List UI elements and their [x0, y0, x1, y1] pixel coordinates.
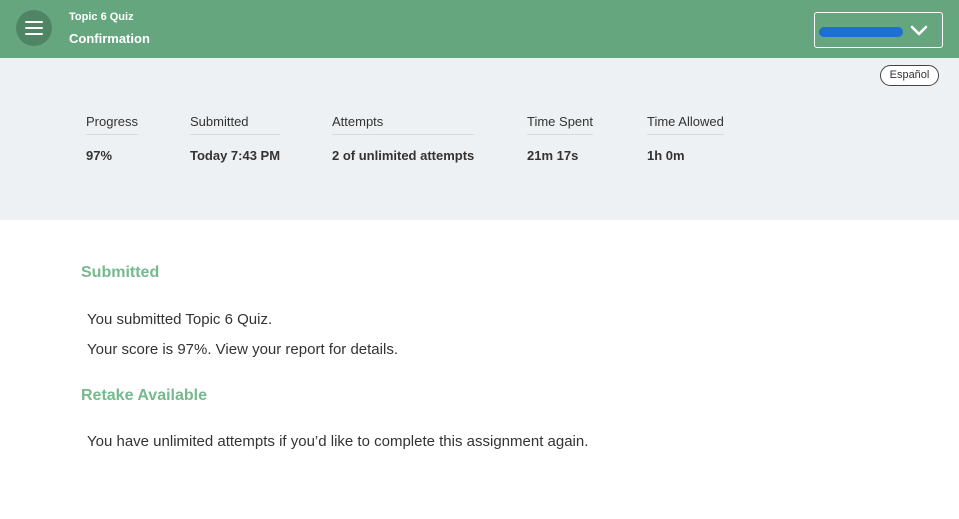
stat-value: 2 of unlimited attempts [332, 148, 475, 163]
attempt-summary-panel [0, 58, 959, 220]
language-toggle-button[interactable]: Español [880, 65, 939, 86]
stat-value: 97% [86, 148, 113, 163]
user-account-dropdown[interactable] [814, 12, 943, 48]
page-title: Confirmation [69, 31, 150, 46]
stat-time-spent: Time Spent 21m 17s [527, 114, 593, 163]
stat-progress: Progress 97% [86, 114, 139, 163]
stat-time-allowed: Time Allowed 1h 0m [647, 114, 724, 163]
retake-message: You have unlimited attempts if you’d lik… [87, 433, 589, 450]
retake-heading: Retake Available [81, 387, 207, 404]
stat-value: 21m 17s [527, 148, 579, 163]
stat-value: Today 7:43 PM [190, 148, 281, 163]
submitted-heading: Submitted [81, 264, 160, 281]
stat-attempts: Attempts 2 of unlimited attempts [332, 114, 475, 163]
redacted-username [819, 27, 903, 37]
stat-label: Time Spent [527, 114, 593, 135]
score-message: Your score is 97%. View your report for … [87, 341, 398, 358]
menu-button[interactable] [16, 10, 52, 46]
stat-label: Attempts [332, 114, 475, 135]
stat-label: Time Allowed [647, 114, 724, 135]
stat-label: Submitted [190, 114, 281, 135]
app-header: Topic 6 Quiz Confirmation [0, 0, 959, 58]
submitted-message: You submitted Topic 6 Quiz. [87, 311, 273, 328]
stat-submitted: Submitted Today 7:43 PM [190, 114, 281, 163]
stat-value: 1h 0m [647, 148, 685, 163]
chevron-down-icon [910, 25, 928, 36]
assignment-name: Topic 6 Quiz [69, 11, 134, 23]
stat-label: Progress [86, 114, 139, 135]
